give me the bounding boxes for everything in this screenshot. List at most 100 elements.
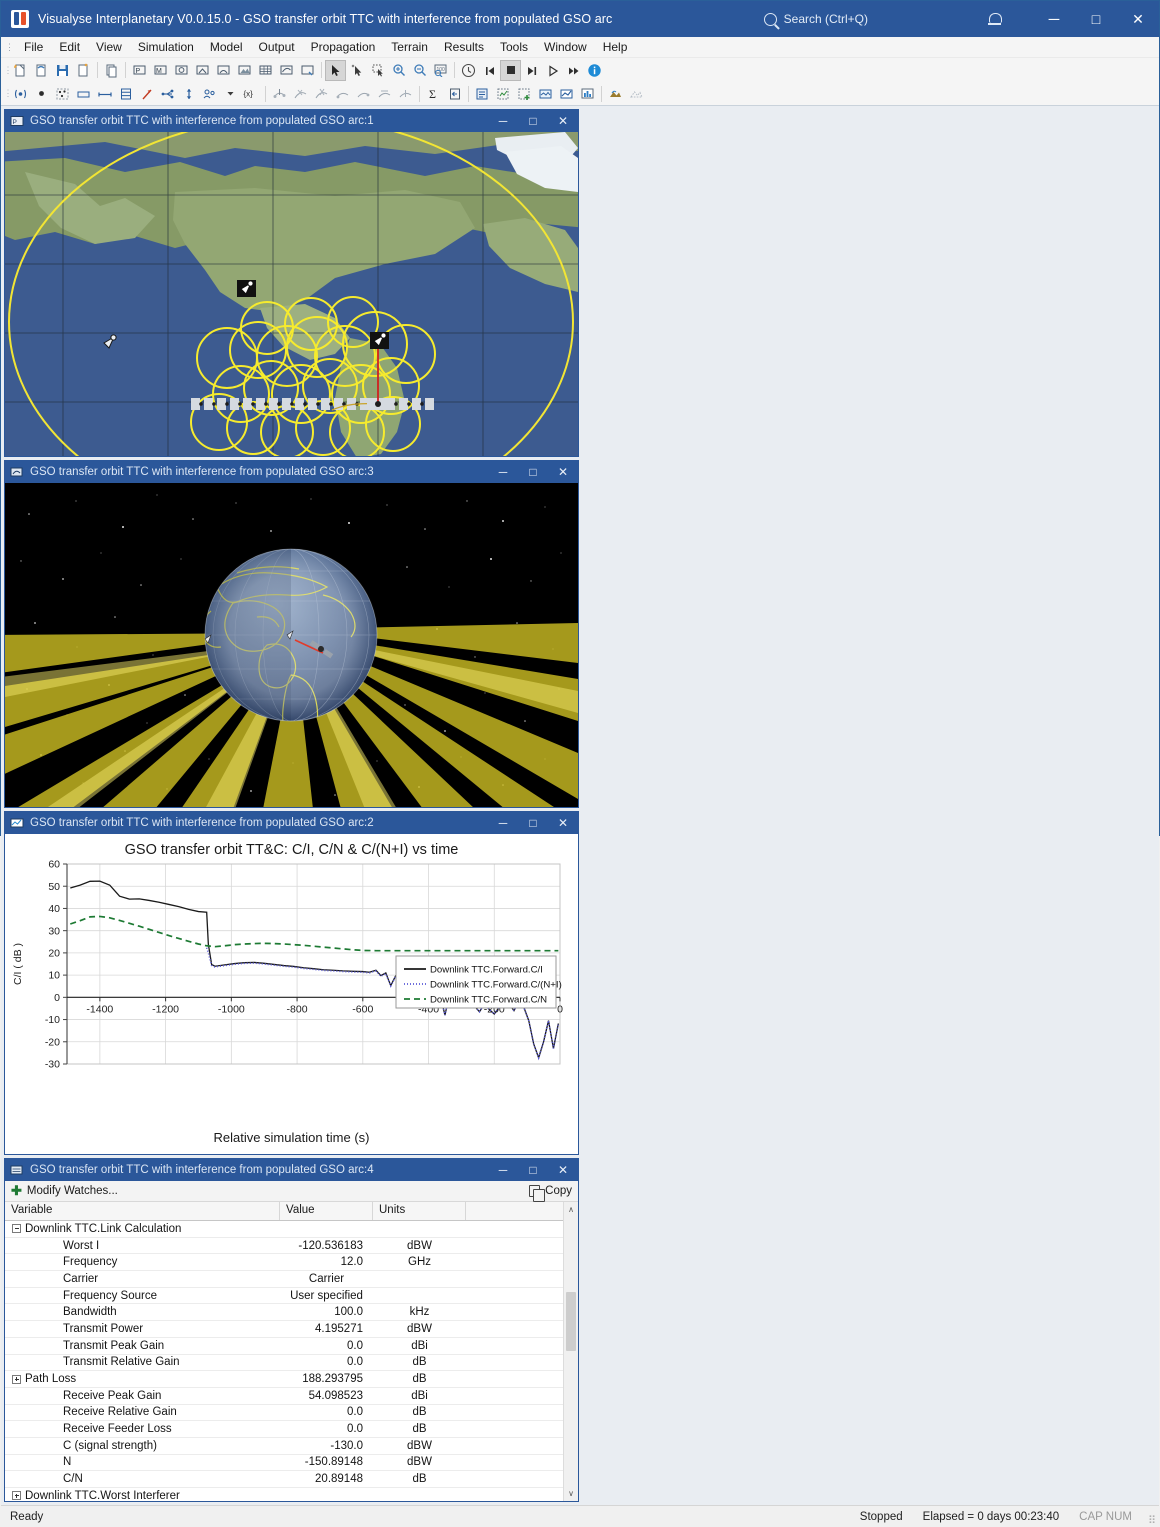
map-minimize-button[interactable]: ─: [488, 110, 518, 132]
menu-item-tools[interactable]: Tools: [492, 38, 536, 56]
close-button[interactable]: ✕: [1117, 1, 1159, 37]
stop-icon[interactable]: [500, 59, 521, 81]
menu-item-view[interactable]: View: [88, 38, 130, 56]
menu-item-edit[interactable]: Edit: [51, 38, 88, 56]
minimize-button[interactable]: ─: [1033, 1, 1075, 37]
table-row[interactable]: Transmit Relative Gain 0.0 dB: [5, 1355, 563, 1372]
new-constellation-icon[interactable]: [192, 60, 213, 81]
link-group4-icon[interactable]: [395, 83, 416, 104]
copy-button[interactable]: Copy: [545, 1185, 572, 1197]
updown-icon[interactable]: [178, 83, 199, 104]
zoom-region-icon[interactable]: 100: [430, 60, 451, 81]
new-terrain-icon[interactable]: [234, 60, 255, 81]
pointer-add-icon[interactable]: [346, 60, 367, 81]
scrollbar-track[interactable]: [564, 1217, 578, 1486]
menu-item-model[interactable]: Model: [202, 38, 251, 56]
world-map[interactable]: [5, 132, 578, 456]
column-header-value[interactable]: Value: [280, 1202, 373, 1220]
chart-maximize-button[interactable]: □: [518, 812, 548, 834]
line-chart-icon[interactable]: [556, 83, 577, 104]
link-group3-icon[interactable]: [374, 83, 395, 104]
save-as-icon[interactable]: [73, 60, 94, 81]
table-row[interactable]: Bandwidth 100.0 kHz: [5, 1304, 563, 1322]
3d-space-view[interactable]: [5, 483, 578, 807]
table-row[interactable]: Receive Peak Gain 54.098523 dBi: [5, 1388, 563, 1405]
table-row[interactable]: Frequency 12.0 GHz: [5, 1254, 563, 1272]
new-satellite-icon[interactable]: [171, 60, 192, 81]
scatter-icon[interactable]: [52, 83, 73, 104]
chart-canvas[interactable]: GSO transfer orbit TT&C: C/I, C/N & C/(N…: [5, 834, 578, 1154]
map-close-button[interactable]: ✕: [548, 110, 578, 132]
scroll-down-icon[interactable]: ∨: [564, 1486, 578, 1501]
watch-maximize-button[interactable]: □: [518, 1159, 548, 1181]
map-pane-body[interactable]: [5, 132, 578, 456]
add-chart-icon[interactable]: [514, 83, 535, 104]
vector-icon[interactable]: [136, 83, 157, 104]
new-station-icon[interactable]: P: [129, 60, 150, 81]
modify-watches-button[interactable]: Modify Watches...: [27, 1185, 118, 1197]
new-antenna-icon[interactable]: [213, 60, 234, 81]
line-icon[interactable]: [94, 83, 115, 104]
chart-pane-body[interactable]: GSO transfer orbit TT&C: C/I, C/N & C/(N…: [5, 834, 578, 1154]
menu-item-output[interactable]: Output: [251, 38, 303, 56]
menu-item-terrain[interactable]: Terrain: [383, 38, 436, 56]
resize-grip-icon[interactable]: [1142, 1510, 1156, 1527]
maximize-button[interactable]: □: [1075, 1, 1117, 37]
play-icon[interactable]: [542, 60, 563, 81]
rubber-band-select-icon[interactable]: [367, 60, 388, 81]
table-row[interactable]: Receive Relative Gain 0.0 dB: [5, 1405, 563, 1422]
space-pane-body[interactable]: [5, 483, 578, 807]
space-close-button[interactable]: ✕: [548, 461, 578, 483]
search-input[interactable]: Search (Ctrl+Q): [763, 12, 868, 26]
menu-item-propagation[interactable]: Propagation: [303, 38, 384, 56]
scrollbar-thumb[interactable]: [566, 1292, 576, 1352]
table-row[interactable]: C (signal strength) -130.0 dBW: [5, 1438, 563, 1455]
transmit-icon[interactable]: [10, 83, 31, 104]
dropdown-arrow-icon[interactable]: [220, 83, 241, 104]
table-row[interactable]: Receive Feeder Loss 0.0 dB: [5, 1421, 563, 1438]
tree-expander-icon[interactable]: [12, 1374, 21, 1384]
watch-close-button[interactable]: ✕: [548, 1159, 578, 1181]
interference-path2-icon[interactable]: [311, 83, 332, 104]
step-icon[interactable]: [521, 60, 542, 81]
table-row[interactable]: Carrier Carrier: [5, 1271, 563, 1288]
link-group2-icon[interactable]: [353, 83, 374, 104]
table-icon[interactable]: [115, 83, 136, 104]
new-mobile-icon[interactable]: M: [150, 60, 171, 81]
bar-chart-icon[interactable]: [577, 83, 598, 104]
table-row[interactable]: Worst I -120.536183 dBW: [5, 1238, 563, 1255]
scroll-up-icon[interactable]: ∧: [564, 1202, 578, 1217]
save-icon[interactable]: [52, 60, 73, 81]
column-header-extra[interactable]: [466, 1202, 563, 1220]
link-group1-icon[interactable]: [332, 83, 353, 104]
table-row[interactable]: Downlink TTC.Worst Interferer: [5, 1488, 563, 1501]
new-document-icon[interactable]: [10, 60, 31, 81]
column-header-units[interactable]: Units: [373, 1202, 466, 1220]
open-document-icon[interactable]: [31, 60, 52, 81]
interference-path1-icon[interactable]: [290, 83, 311, 104]
info-icon[interactable]: [584, 60, 605, 81]
point-icon[interactable]: [31, 83, 52, 104]
table-row[interactable]: Transmit Power 4.195271 dBW: [5, 1321, 563, 1338]
pointer-select-icon[interactable]: [325, 59, 346, 81]
table-row[interactable]: Path Loss 188.293795 dB: [5, 1371, 563, 1388]
zoom-out-icon[interactable]: [409, 60, 430, 81]
chart-minimize-button[interactable]: ─: [488, 812, 518, 834]
menu-item-simulation[interactable]: Simulation: [130, 38, 202, 56]
chart-close-button[interactable]: ✕: [548, 812, 578, 834]
column-header-variable[interactable]: Variable: [5, 1202, 280, 1220]
menu-item-help[interactable]: Help: [595, 38, 636, 56]
menu-item-window[interactable]: Window: [536, 38, 595, 56]
map-maximize-button[interactable]: □: [518, 110, 548, 132]
table-row[interactable]: N -150.89148 dBW: [5, 1455, 563, 1472]
menu-item-results[interactable]: Results: [436, 38, 492, 56]
area-chart-icon[interactable]: [535, 83, 556, 104]
terrain-add-icon[interactable]: [626, 83, 647, 104]
table-row[interactable]: Transmit Peak Gain 0.0 dBi: [5, 1338, 563, 1355]
watch-scrollbar[interactable]: ∧ ∨: [563, 1202, 578, 1501]
settings-chart-icon[interactable]: [493, 83, 514, 104]
network-icon[interactable]: [157, 83, 178, 104]
sigma-icon[interactable]: Σ: [423, 83, 444, 104]
watch-window-icon[interactable]: [472, 83, 493, 104]
space-maximize-button[interactable]: □: [518, 461, 548, 483]
